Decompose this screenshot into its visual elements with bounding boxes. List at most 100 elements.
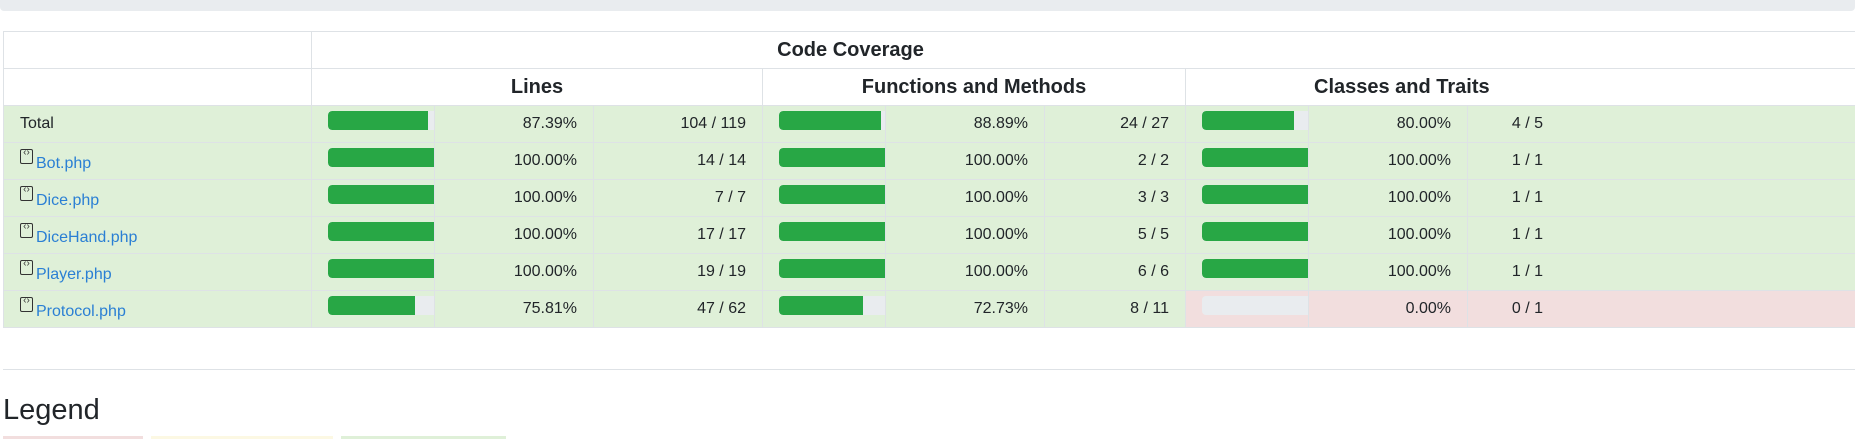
file-link[interactable]: Player.php [36, 266, 112, 283]
classes-count: 1 / 1 [1466, 142, 1855, 180]
classes-progress-bar [1202, 258, 1308, 278]
functions-percent: 100.00% [885, 179, 1045, 217]
functions-progress-fill [779, 295, 863, 315]
table-row: Total 87.39% 104 / 119 88.89% 24 / 27 80.00% 4… [3, 105, 1855, 143]
lines-count: 14 / 14 [593, 142, 763, 180]
file-link[interactable]: Dice.php [36, 192, 99, 209]
header-blank [3, 31, 312, 69]
file-code-icon [20, 147, 33, 164]
lines-bar-cell [311, 179, 435, 217]
classes-percent: 0.00% [1308, 290, 1468, 328]
classes-progress-fill [1202, 147, 1308, 167]
functions-count: 24 / 27 [1044, 105, 1186, 143]
lines-progress-fill [328, 184, 434, 204]
classes-progress-bar [1202, 110, 1308, 130]
functions-percent: 100.00% [885, 216, 1045, 254]
lines-progress-bar [328, 295, 434, 315]
lines-progress-fill [328, 221, 434, 241]
functions-percent: 100.00% [885, 142, 1045, 180]
functions-bar-cell [762, 216, 886, 254]
classes-count: 0 / 1 [1466, 290, 1855, 328]
table-row: Player.php100.00%19 / 19100.00%6 / 6100.… [3, 253, 1855, 291]
functions-progress-bar [779, 110, 885, 130]
file-code-icon [20, 184, 33, 201]
classes-percent: 100.00% [1308, 142, 1468, 180]
row-name-cell: DiceHand.php [3, 216, 312, 254]
lines-count: 17 / 17 [593, 216, 763, 254]
functions-progress-fill [779, 110, 882, 130]
functions-percent: 88.89% [885, 105, 1045, 143]
file-link[interactable]: DiceHand.php [36, 229, 137, 246]
file-code-icon [20, 295, 33, 312]
lines-percent: 100.00% [434, 253, 594, 291]
functions-progress-bar [779, 147, 885, 167]
functions-percent: 72.73% [885, 290, 1045, 328]
functions-count: 8 / 11 [1044, 290, 1186, 328]
classes-bar-cell [1185, 253, 1309, 291]
classes-progress-fill [1202, 221, 1308, 241]
functions-bar-cell [762, 142, 886, 180]
functions-progress-fill [779, 147, 885, 167]
classes-bar-cell [1185, 105, 1309, 143]
lines-percent: 75.81% [434, 290, 594, 328]
functions-percent: 100.00% [885, 253, 1045, 291]
section-divider [3, 369, 1855, 370]
file-link[interactable]: Protocol.php [36, 303, 126, 320]
file-link[interactable]: Bot.php [36, 155, 91, 172]
top-bar [0, 0, 1855, 11]
functions-count: 2 / 2 [1044, 142, 1186, 180]
functions-bar-cell [762, 290, 886, 328]
row-name-cell: Total [3, 105, 312, 143]
header-functions: Functions and Methods [762, 68, 1186, 106]
row-name-cell: Protocol.php [3, 290, 312, 328]
lines-percent: 100.00% [434, 142, 594, 180]
table-row: Bot.php100.00%14 / 14100.00%2 / 2100.00%… [3, 142, 1855, 180]
lines-bar-cell [311, 105, 435, 143]
functions-progress-fill [779, 184, 885, 204]
classes-percent: 100.00% [1308, 216, 1468, 254]
coverage-table: Code Coverage Lines Functions and Method… [3, 31, 1855, 328]
functions-progress-bar [779, 184, 885, 204]
classes-progress-fill [1202, 184, 1308, 204]
classes-bar-cell [1185, 179, 1309, 217]
lines-progress-bar [328, 184, 434, 204]
classes-progress-fill [1202, 110, 1294, 130]
lines-progress-fill [328, 258, 434, 278]
functions-progress-bar [779, 221, 885, 241]
file-code-icon [20, 258, 33, 275]
lines-progress-fill [328, 110, 429, 130]
lines-count: 19 / 19 [593, 253, 763, 291]
header-blank-2 [3, 68, 312, 106]
lines-count: 7 / 7 [593, 179, 763, 217]
total-label: Total [20, 115, 54, 132]
lines-bar-cell [311, 216, 435, 254]
functions-count: 6 / 6 [1044, 253, 1186, 291]
functions-count: 3 / 3 [1044, 179, 1186, 217]
lines-bar-cell [311, 142, 435, 180]
classes-bar-cell [1185, 216, 1309, 254]
classes-bar-cell [1185, 290, 1309, 328]
legend-title: Legend [3, 394, 100, 426]
lines-percent: 100.00% [434, 216, 594, 254]
classes-percent: 100.00% [1308, 253, 1468, 291]
lines-percent: 100.00% [434, 179, 594, 217]
classes-progress-bar [1202, 147, 1308, 167]
lines-progress-bar [328, 147, 434, 167]
header-lines: Lines [311, 68, 763, 106]
classes-bar-cell [1185, 142, 1309, 180]
table-row: DiceHand.php100.00%17 / 17100.00%5 / 510… [3, 216, 1855, 254]
file-code-icon [20, 221, 33, 238]
functions-progress-bar [779, 295, 885, 315]
classes-count: 1 / 1 [1466, 216, 1855, 254]
classes-count: 4 / 5 [1466, 105, 1855, 143]
lines-progress-bar [328, 258, 434, 278]
table-row: Protocol.php 75.81%47 / 62 72.73%8 / 11 0.0… [3, 290, 1855, 328]
classes-percent: 80.00% [1308, 105, 1468, 143]
functions-count: 5 / 5 [1044, 216, 1186, 254]
classes-progress-bar [1202, 184, 1308, 204]
classes-count: 1 / 1 [1466, 179, 1855, 217]
lines-bar-cell [311, 253, 435, 291]
functions-progress-fill [779, 258, 885, 278]
functions-bar-cell [762, 105, 886, 143]
table-row: Dice.php100.00%7 / 7100.00%3 / 3100.00%1… [3, 179, 1855, 217]
